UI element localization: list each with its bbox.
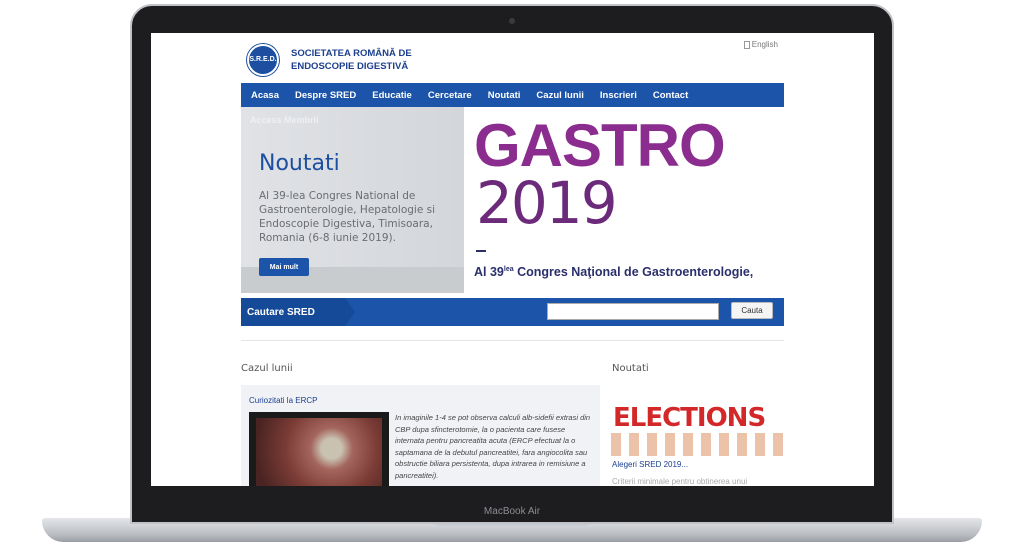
case-section-title: Cazul lunii (241, 363, 293, 374)
hero-title: Noutati (259, 151, 340, 176)
nav-item-inscrieri[interactable]: Inscrieri (600, 90, 637, 101)
logo-text[interactable]: SOCIETATEA ROMÂNĂ DE ENDOSCOPIE DIGESTIV… (291, 47, 412, 73)
language-switch[interactable]: English (743, 40, 778, 49)
hero-banner[interactable]: GASTRO 2019 Al 39lea Congres Naţional de… (464, 107, 784, 293)
divider (241, 340, 784, 341)
logo-seal[interactable]: S.R.E.D. (247, 44, 279, 76)
elections-word: ELECTIONS (613, 403, 766, 433)
elections-image[interactable]: ELECTIONS (611, 401, 784, 456)
search-button[interactable]: Cauta (731, 302, 773, 319)
nav-item-contact[interactable]: Contact (653, 90, 688, 101)
nav-item-cazul-lunii[interactable]: Cazul lunii (536, 90, 584, 101)
logo-line-1: SOCIETATEA ROMÂNĂ DE (291, 48, 412, 59)
nav-item-cercetare[interactable]: Cercetare (428, 90, 472, 101)
read-more-button[interactable]: Mai mult (259, 258, 309, 276)
device-label: MacBook Air (483, 506, 541, 517)
banner-caption-sup: lea (503, 265, 514, 273)
hero-text: Al 39-lea Congres National de Gastroente… (259, 190, 436, 244)
nav-item-educatie[interactable]: Educatie (372, 90, 412, 101)
case-link[interactable]: Curiozitati la ERCP (249, 396, 317, 405)
banner-caption-post: Congres Naţional de Gastroenterologie, (513, 265, 754, 279)
hero-news-panel: Access Membrii Noutati Al 39-lea Congres… (241, 107, 464, 293)
search-label: Cautare SRED (241, 298, 355, 326)
nav-item-despre[interactable]: Despre SRED (295, 90, 356, 101)
language-link[interactable]: English (752, 40, 778, 49)
document-icon (743, 40, 750, 49)
access-members-link[interactable]: Access Membrii (250, 115, 319, 125)
banner-caption: Al 39lea Congres Naţional de Gastroenter… (474, 265, 753, 279)
logo-line-2: ENDOSCOPIE DIGESTIVĂ (291, 61, 409, 72)
search-input[interactable] (547, 303, 719, 320)
banner-caption-pre: Al 39 (474, 265, 504, 279)
nav-item-noutati[interactable]: Noutati (488, 90, 521, 101)
stage: MacBook Air S.R.E.D. SOCIETATEA ROMÂNĂ D… (0, 0, 1024, 551)
main-nav: Acasa Despre SRED Educatie Cercetare Nou… (241, 83, 784, 107)
case-card: Curiozitati la ERCP In imaginile 1-4 se … (241, 385, 600, 486)
nav-item-acasa[interactable]: Acasa (251, 90, 279, 101)
endoscopy-photo (256, 418, 382, 486)
news-section-title: Noutati (612, 363, 649, 374)
case-text: In imaginile 1-4 se pot observa calculi … (395, 413, 591, 480)
camera-icon (509, 18, 515, 24)
site-header: S.R.E.D. SOCIETATEA ROMÂNĂ DE ENDOSCOPIE… (241, 33, 784, 83)
screen: S.R.E.D. SOCIETATEA ROMÂNĂ DE ENDOSCOPIE… (151, 33, 874, 486)
banner-year: 2019 (476, 169, 618, 237)
raised-hands (611, 433, 784, 456)
endoscopy-image[interactable] (249, 412, 389, 486)
news-link[interactable]: Alegeri SRED 2019... (612, 460, 688, 469)
banner-divider (476, 250, 486, 252)
search-bar: Cautare SRED Cauta (241, 298, 784, 326)
news-subtext: Criterii minimale pentru obtinerea unui (612, 477, 748, 486)
website: S.R.E.D. SOCIETATEA ROMÂNĂ DE ENDOSCOPIE… (241, 33, 784, 486)
